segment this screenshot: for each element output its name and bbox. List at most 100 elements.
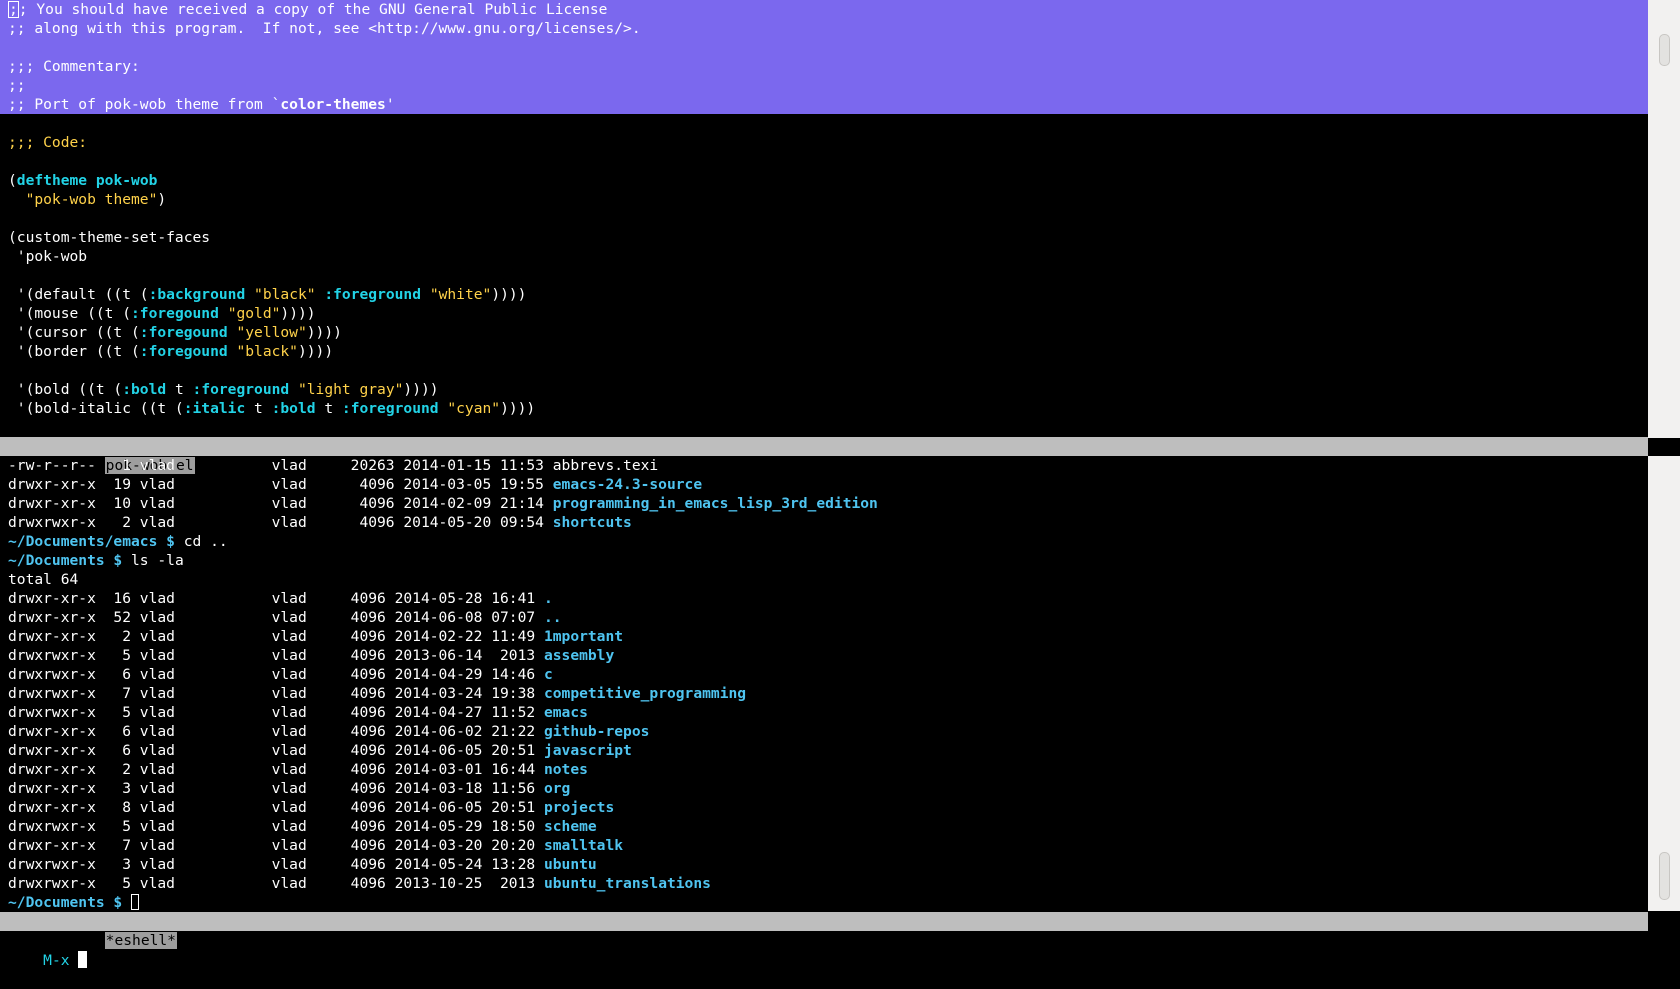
text-segment: :bold — [271, 400, 316, 417]
text-segment: ;;; Commentary: — [8, 58, 140, 75]
buffer-line[interactable]: ~/Documents $ — [0, 893, 1648, 911]
text-segment: drwxr-xr-x 8 vlad vlad 4096 2014-06-05 2… — [8, 799, 544, 816]
buffer-line[interactable]: "pok-wob theme") — [0, 190, 1648, 209]
buffer-line[interactable] — [0, 38, 1648, 57]
text-segment: )))) — [297, 343, 334, 360]
directory-link[interactable]: smalltalk — [544, 837, 623, 854]
buffer-line[interactable] — [0, 152, 1648, 171]
text-segment: :foreground — [324, 286, 422, 303]
text-segment: )))) — [491, 286, 527, 303]
text-segment: "black" — [254, 286, 316, 303]
scrollbar-bottom[interactable] — [1648, 456, 1680, 911]
buffer-line[interactable]: '(bold ((t (:bold t :foreground "light g… — [0, 380, 1648, 399]
directory-link[interactable]: shortcuts — [553, 514, 632, 531]
modeline-top[interactable]: U:**- pok-wob.el 9% L21 (Emacs-Lisp) — [0, 437, 1648, 474]
buffer-line[interactable]: drwxr-xr-x 19 vlad vlad 4096 2014-03-05 … — [0, 475, 1648, 494]
text-segment: "pok-wob theme" — [25, 191, 158, 208]
buffer-line[interactable]: (deftheme pok-wob — [0, 171, 1648, 190]
minibuffer-cursor — [78, 951, 88, 968]
buffer-line[interactable]: drwxr-xr-x 6 vlad vlad 4096 2014-06-05 2… — [0, 741, 1648, 760]
directory-link[interactable]: .. — [544, 609, 562, 626]
buffer-line[interactable]: drwxr-xr-x 2 vlad vlad 4096 2014-03-01 1… — [0, 760, 1648, 779]
buffer-line[interactable]: ;; along with this program. If not, see … — [0, 19, 1648, 38]
scrollbar-thumb[interactable] — [1659, 34, 1670, 66]
text-segment: )))) — [280, 305, 316, 322]
directory-link[interactable]: org — [544, 780, 570, 797]
buffer-line[interactable]: drwxr-xr-x 16 vlad vlad 4096 2014-05-28 … — [0, 589, 1648, 608]
eshell-window[interactable]: -rw-r--r-- 1 vlad vlad 20263 2014-01-15 … — [0, 456, 1648, 911]
text-segment: :foreground — [341, 400, 439, 417]
buffer-line[interactable]: -rw-r--r-- 1 vlad vlad 20263 2014-01-15 … — [0, 456, 1648, 475]
buffer-line[interactable]: drwxrwxr-x 5 vlad vlad 4096 2014-04-27 1… — [0, 703, 1648, 722]
directory-link[interactable]: . — [544, 590, 553, 607]
buffer-line[interactable]: ;; — [0, 76, 1648, 95]
buffer-line[interactable]: drwxrwxr-x 2 vlad vlad 4096 2014-05-20 0… — [0, 513, 1648, 532]
buffer-line[interactable]: drwxr-xr-x 2 vlad vlad 4096 2014-02-22 1… — [0, 627, 1648, 646]
buffer-line[interactable]: drwxrwxr-x 6 vlad vlad 4096 2014-04-29 1… — [0, 665, 1648, 684]
scrollbar-top[interactable] — [1648, 0, 1680, 438]
buffer-line[interactable]: drwxrwxr-x 5 vlad vlad 4096 2013-06-14 2… — [0, 646, 1648, 665]
buffer-line[interactable] — [0, 114, 1648, 133]
buffer-line[interactable]: drwxrwxr-x 7 vlad vlad 4096 2014-03-24 1… — [0, 684, 1648, 703]
directory-link[interactable]: emacs — [544, 704, 588, 721]
buffer-line[interactable]: total 64 — [0, 570, 1648, 589]
text-segment: cd .. — [174, 533, 228, 550]
text-segment: drwxr-xr-x 19 vlad vlad 4096 2014-03-05 … — [8, 476, 553, 493]
buffer-line[interactable] — [0, 266, 1648, 285]
directory-link[interactable]: assembly — [544, 647, 614, 664]
shell-prompt: ~/Documents $ — [8, 894, 123, 911]
buffer-line[interactable]: drwxrwxr-x 3 vlad vlad 4096 2014-05-24 1… — [0, 855, 1648, 874]
buffer-line[interactable]: ;;; Commentary: — [0, 57, 1648, 76]
buffer-line[interactable]: drwxr-xr-x 3 vlad vlad 4096 2014-03-18 1… — [0, 779, 1648, 798]
emacs-frame: ;; You should have received a copy of th… — [0, 0, 1680, 969]
buffer-line[interactable]: '(calendar-today-face ((t (:underline t … — [0, 418, 1648, 419]
buffer-line[interactable]: '(mouse ((t (:foregound "gold")))) — [0, 304, 1648, 323]
text-segment: -rw-r--r-- 1 vlad vlad 20263 2014-01-15 … — [8, 457, 659, 474]
scrollbar-thumb[interactable] — [1659, 852, 1670, 900]
buffer-line[interactable]: ;;; Code: — [0, 133, 1648, 152]
directory-link[interactable]: programming_in_emacs_lisp_3rd_edition — [553, 495, 878, 512]
directory-link[interactable]: competitive_programming — [544, 685, 746, 702]
directory-link[interactable]: ubuntu_translations — [544, 875, 711, 892]
directory-link[interactable]: projects — [544, 799, 614, 816]
directory-link[interactable]: c — [544, 666, 553, 683]
modeline-bottom[interactable]: U:--- *eshell* Bot L31 (EShell) — [0, 912, 1648, 949]
text-segment: drwxrwxr-x 5 vlad vlad 4096 2014-05-29 1… — [8, 818, 544, 835]
directory-link[interactable]: 1mportant — [544, 628, 623, 645]
buffer-line[interactable]: drwxrwxr-x 5 vlad vlad 4096 2013-10-25 2… — [0, 874, 1648, 893]
buffer-line[interactable]: '(default ((t (:background "black" :fore… — [0, 285, 1648, 304]
text-segment: ; You should have received a copy of the… — [18, 1, 608, 18]
text-segment: drwxr-xr-x 2 vlad vlad 4096 2014-02-22 1… — [8, 628, 544, 645]
buffer-line[interactable]: ;; Port of pok-wob theme from `color-the… — [0, 95, 1648, 114]
buffer-line[interactable]: ~/Documents/emacs $ cd .. — [0, 532, 1648, 551]
buffer-line[interactable]: drwxr-xr-x 8 vlad vlad 4096 2014-06-05 2… — [0, 798, 1648, 817]
minibuffer[interactable]: M-x — [0, 932, 1648, 969]
buffer-line[interactable]: drwxr-xr-x 52 vlad vlad 4096 2014-06-08 … — [0, 608, 1648, 627]
buffer-line[interactable]: ;; You should have received a copy of th… — [0, 0, 1648, 19]
text-segment: "white" — [429, 286, 492, 303]
text-segment: t — [245, 400, 272, 417]
text-segment: :foregound — [139, 343, 228, 360]
buffer-line[interactable]: '(bold-italic ((t (:italic t :bold t :fo… — [0, 399, 1648, 418]
buffer-line[interactable]: '(cursor ((t (:foregound "yellow")))) — [0, 323, 1648, 342]
editor-window-pok-wob[interactable]: ;; You should have received a copy of th… — [0, 0, 1648, 419]
buffer-line[interactable]: 'pok-wob — [0, 247, 1648, 266]
buffer-line[interactable]: drwxrwxr-x 5 vlad vlad 4096 2014-05-29 1… — [0, 817, 1648, 836]
text-segment: '(bold-italic ((t ( — [8, 400, 184, 417]
text-segment: :foreground — [192, 381, 290, 398]
buffer-line[interactable]: drwxr-xr-x 10 vlad vlad 4096 2014-02-09 … — [0, 494, 1648, 513]
directory-link[interactable]: scheme — [544, 818, 597, 835]
buffer-line[interactable]: drwxr-xr-x 6 vlad vlad 4096 2014-06-02 2… — [0, 722, 1648, 741]
directory-link[interactable]: emacs-24.3-source — [553, 476, 702, 493]
directory-link[interactable]: github-repos — [544, 723, 649, 740]
buffer-line[interactable] — [0, 209, 1648, 228]
buffer-line[interactable]: (custom-theme-set-faces — [0, 228, 1648, 247]
buffer-line[interactable]: ~/Documents $ ls -la — [0, 551, 1648, 570]
directory-link[interactable]: notes — [544, 761, 588, 778]
buffer-line[interactable] — [0, 361, 1648, 380]
buffer-line[interactable]: '(border ((t (:foregound "black")))) — [0, 342, 1648, 361]
directory-link[interactable]: javascript — [544, 742, 632, 759]
text-segment: ;; along with this program. If not, see … — [8, 20, 641, 37]
buffer-line[interactable]: drwxr-xr-x 7 vlad vlad 4096 2014-03-20 2… — [0, 836, 1648, 855]
directory-link[interactable]: ubuntu — [544, 856, 597, 873]
